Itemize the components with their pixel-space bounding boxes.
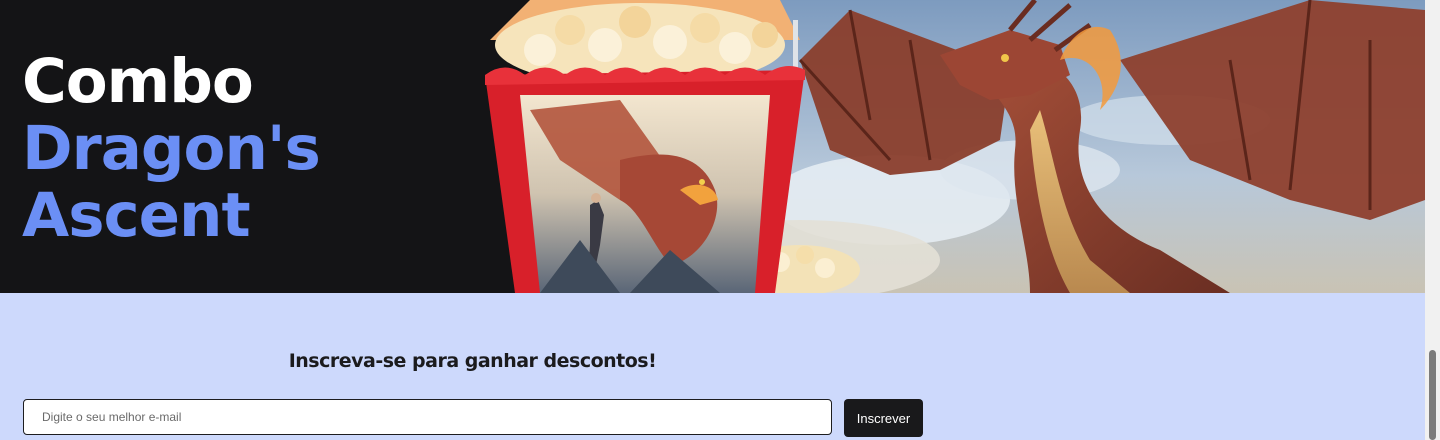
- hero-title-line3: Ascent: [22, 180, 251, 251]
- hero-banner: Combo Dragon's Ascent: [0, 0, 1425, 293]
- subscribe-button[interactable]: Inscrever: [844, 399, 923, 437]
- hero-title-line1: Combo: [22, 46, 254, 117]
- dragon-popcorn-banner-image: [485, 0, 1425, 293]
- newsletter-signup: Inscreva-se para ganhar descontos! Inscr…: [0, 293, 1425, 440]
- signup-heading: Inscreva-se para ganhar descontos!: [288, 350, 657, 372]
- page-scrollbar[interactable]: [1425, 0, 1440, 440]
- scrollbar-thumb[interactable]: [1429, 350, 1436, 440]
- email-input[interactable]: [23, 399, 832, 435]
- hero-title: Combo Dragon's Ascent: [22, 46, 321, 251]
- hero-title-line2: Dragon's: [22, 113, 321, 184]
